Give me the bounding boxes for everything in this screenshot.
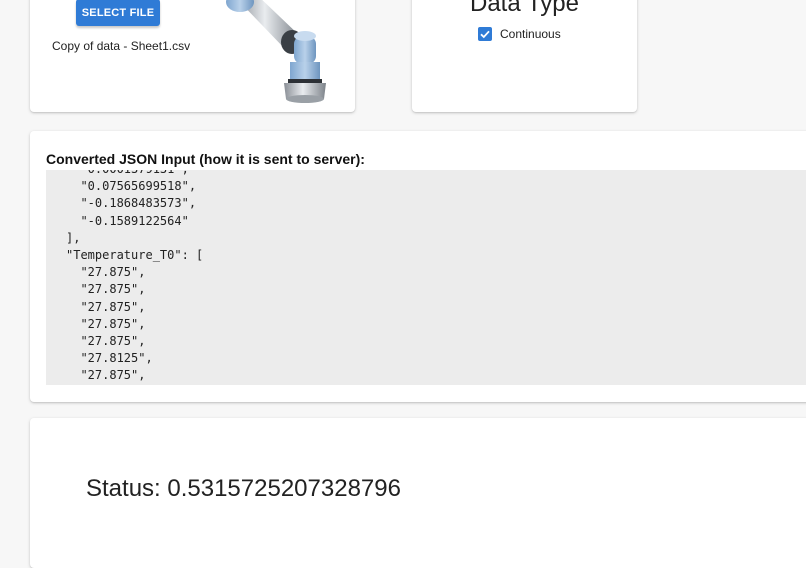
json-line: "27.875", [80, 265, 146, 280]
checkmark-icon [480, 30, 490, 39]
json-line: "0.07565699518", [80, 179, 197, 194]
json-line: "27.875", [80, 316, 146, 331]
select-file-button[interactable]: SELECT FILE [76, 0, 160, 26]
json-line: "-0.1589122564" [80, 213, 189, 228]
continuous-label: Continuous [500, 27, 561, 41]
json-line: "0.0001379131", [66, 170, 188, 176]
json-input-text: "0.0001379131", "0.07565699518", "-0.186… [66, 170, 203, 385]
json-line: "27.875", [80, 282, 146, 297]
json-line: "27.875", [80, 334, 146, 349]
json-line: "27.875", [80, 368, 146, 383]
selected-file-name: Copy of data - Sheet1.csv [52, 39, 191, 53]
json-line: "-0.1868483573", [80, 196, 197, 211]
data-type-title: Data Type [470, 0, 579, 17]
status-card: Status: 0.5315725207328796 [30, 418, 806, 568]
json-input-box[interactable]: "0.0001379131", "0.07565699518", "-0.186… [46, 170, 806, 385]
json-line: "27.875", [80, 299, 146, 314]
json-line: "Temperature_T0": [ [66, 248, 204, 263]
upload-card: SELECT FILE Copy of data - Sheet1.csv [30, 0, 355, 112]
json-input-title: Converted JSON Input (how it is sent to … [46, 151, 365, 167]
data-type-card: Data Type Continuous [412, 0, 637, 112]
continuous-checkbox[interactable] [478, 27, 492, 41]
robot-arm-image [226, 0, 326, 103]
json-input-card: Converted JSON Input (how it is sent to … [30, 131, 806, 402]
json-line: ], [66, 230, 81, 245]
json-line: "27.8125", [80, 351, 153, 366]
status-text: Status: 0.5315725207328796 [86, 475, 401, 502]
